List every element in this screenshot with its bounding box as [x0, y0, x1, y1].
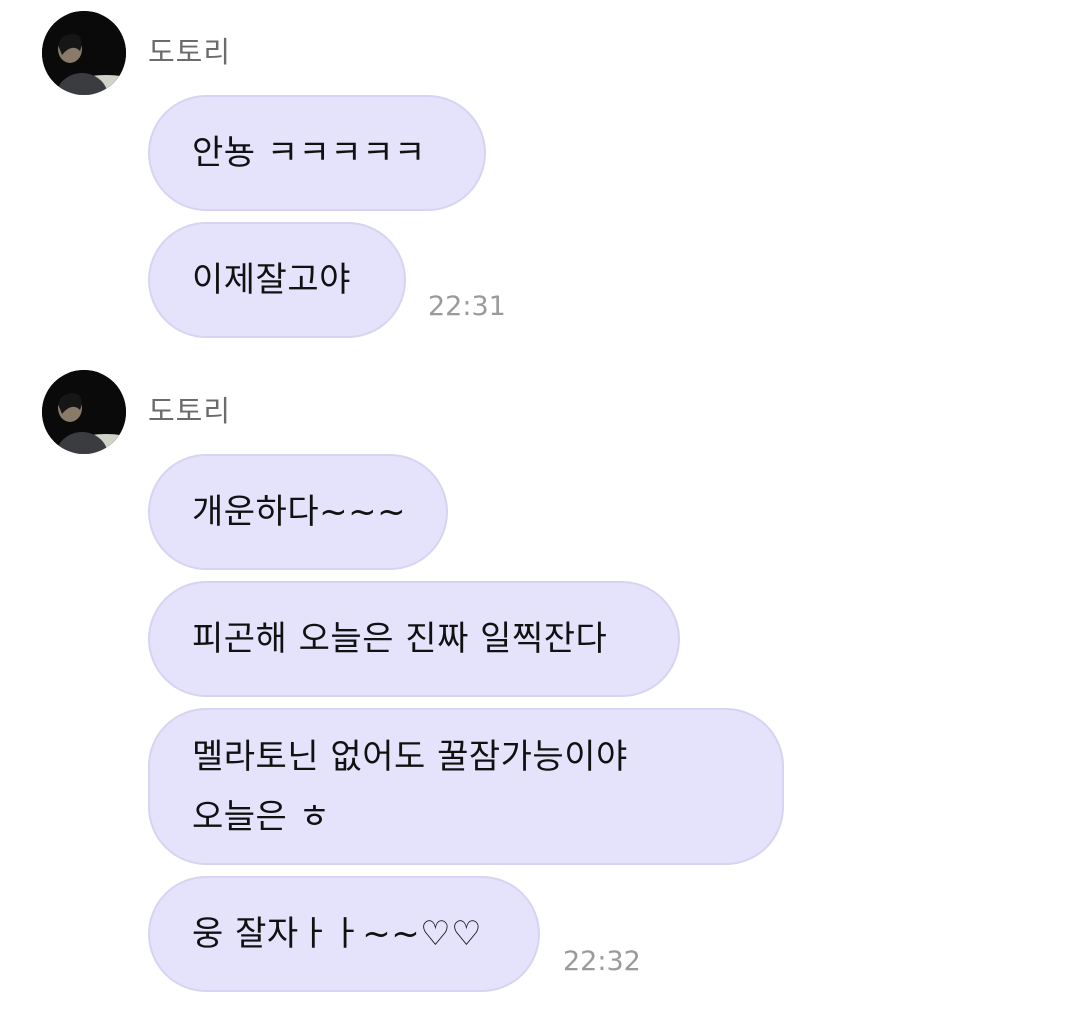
message-text: 안뇽 ㅋㅋㅋㅋㅋ [192, 133, 426, 173]
sender-name: 도토리 [148, 394, 232, 428]
sender-avatar[interactable] [42, 370, 126, 454]
message-text: 피곤해 오늘은 진짜 일찍잔다 [192, 619, 608, 659]
profile-photo-icon [42, 11, 126, 95]
message-timestamp: 22:32 [563, 946, 641, 977]
sender-name: 도토리 [148, 35, 232, 69]
message-bubble[interactable]: 안뇽 ㅋㅋㅋㅋㅋ [148, 95, 486, 211]
message-timestamp: 22:31 [428, 291, 506, 322]
message-bubble[interactable]: 피곤해 오늘은 진짜 일찍잔다 [148, 581, 680, 697]
sender-avatar[interactable] [42, 11, 126, 95]
message-text: 웅 잘자ㅏㅏ~~♡♡ [192, 914, 483, 954]
message-text: 멜라토닌 없어도 꿀잠가능이야 오늘은 ㅎ [192, 736, 628, 837]
message-bubble[interactable]: 개운하다~~~ [148, 454, 448, 570]
message-text: 이제잘고야 [192, 260, 351, 300]
message-bubble[interactable]: 멜라토닌 없어도 꿀잠가능이야 오늘은 ㅎ [148, 708, 784, 865]
message-bubble[interactable]: 웅 잘자ㅏㅏ~~♡♡ [148, 876, 540, 992]
message-bubble[interactable]: 이제잘고야 [148, 222, 406, 338]
message-text: 개운하다~~~ [192, 492, 407, 532]
profile-photo-icon [42, 370, 126, 454]
